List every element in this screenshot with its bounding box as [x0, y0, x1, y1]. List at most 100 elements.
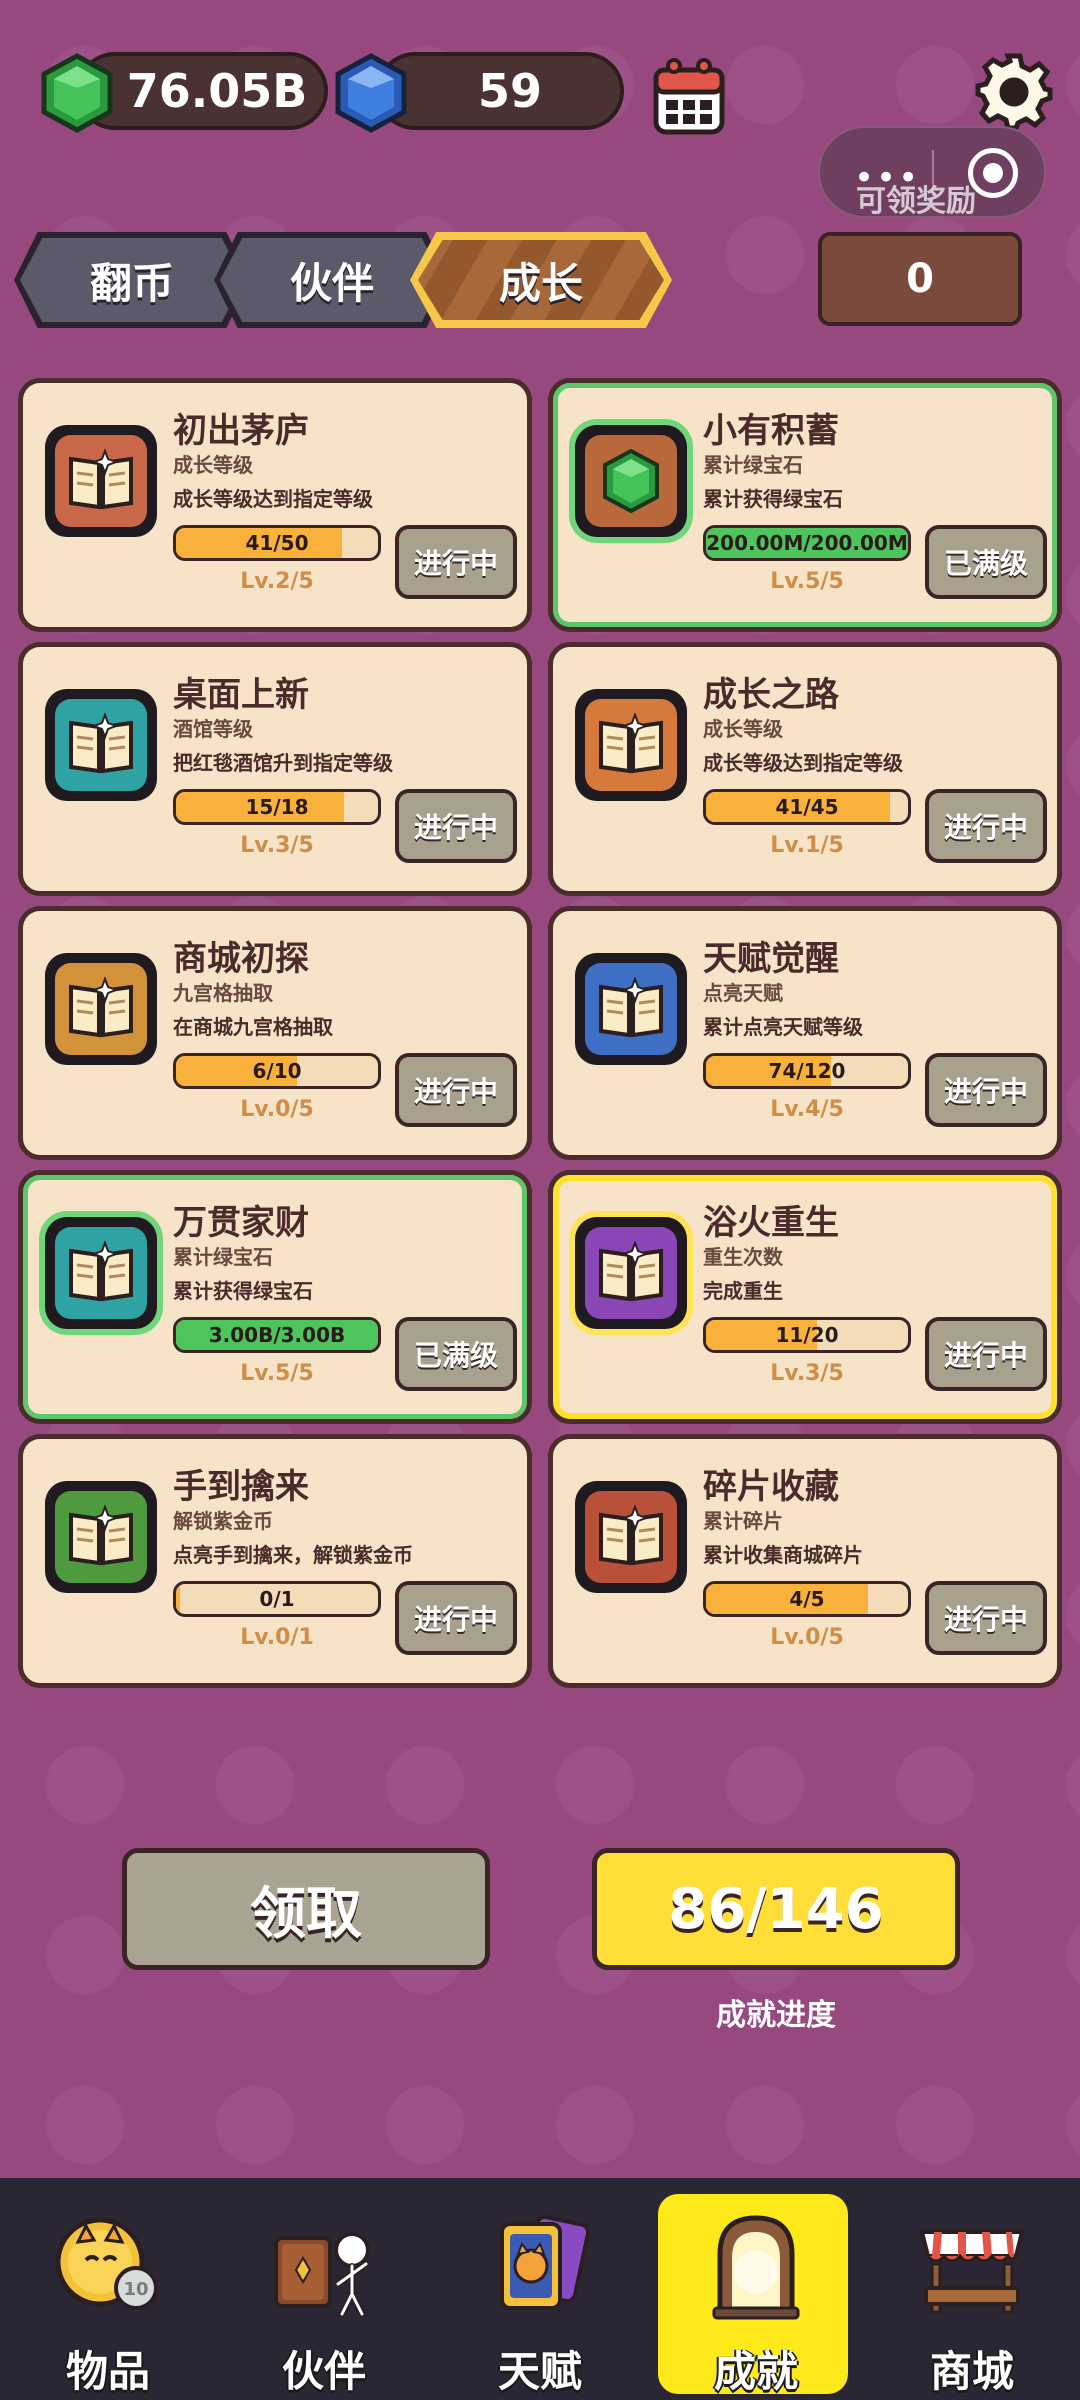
- achievement-card[interactable]: 商城初探 九宫格抽取 在商城九宫格抽取 6/10 Lv.0/5 进行中: [18, 906, 532, 1160]
- achievement-title: 碎片收藏: [703, 1467, 839, 1507]
- sapphire-gem-icon: [335, 53, 407, 133]
- nav-partner-label: 伙伴: [281, 2347, 366, 2396]
- achievement-description: 点亮手到擒来，解锁紫金币: [173, 1543, 413, 1567]
- achievement-description: 把红毯酒馆升到指定等级: [173, 751, 393, 775]
- achievement-title: 天赋觉醒: [703, 939, 839, 979]
- achievement-category: 成长等级: [703, 717, 783, 741]
- nav-shop[interactable]: 商城: [864, 2178, 1080, 2400]
- achievement-card[interactable]: 碎片收藏 累计碎片 累计收集商城碎片 4/5 Lv.0/5 进行中: [548, 1434, 1062, 1688]
- achievement-description: 累计收集商城碎片: [703, 1543, 863, 1567]
- tab-flip-coin-label: 翻币: [89, 258, 174, 308]
- claim-button[interactable]: 领取: [122, 1848, 490, 1970]
- achievement-card[interactable]: 桌面上新 酒馆等级 把红毯酒馆升到指定等级 15/18 Lv.3/5 进行中: [18, 642, 532, 896]
- book-icon: [55, 963, 147, 1055]
- bottom-nav: 10 物品 伙伴 天赋 成就 商城: [0, 2178, 1080, 2400]
- gear-icon[interactable]: [974, 52, 1054, 132]
- achievement-category: 九宫格抽取: [173, 981, 273, 1005]
- achievement-level: Lv.5/5: [240, 1361, 314, 1386]
- achievement-status-button[interactable]: 进行中: [395, 1053, 517, 1127]
- sapphire-value: 59: [477, 64, 542, 118]
- achievement-icon-frame: [45, 425, 157, 537]
- nav-achievement[interactable]: 成就: [648, 2178, 864, 2400]
- achievement-description: 完成重生: [703, 1279, 783, 1303]
- achievement-card[interactable]: 天赋觉醒 点亮天赋 累计点亮天赋等级 74/120 Lv.4/5 进行中: [548, 906, 1062, 1160]
- achievement-title: 桌面上新: [173, 675, 309, 715]
- achievement-progress-bar: 74/120: [703, 1053, 911, 1089]
- achievement-category: 累计绿宝石: [703, 453, 803, 477]
- nav-items[interactable]: 10 物品: [0, 2178, 216, 2400]
- achievement-card[interactable]: 手到擒来 解锁紫金币 点亮手到擒来，解锁紫金币 0/1 Lv.0/1 进行中: [18, 1434, 532, 1688]
- achievement-progress-bar: 200.00M/200.00M: [703, 525, 911, 561]
- achievement-title: 万贯家财: [173, 1203, 309, 1243]
- cat-coin-icon: 10: [48, 2204, 168, 2324]
- book-icon: [585, 1227, 677, 1319]
- achievement-description: 累计获得绿宝石: [703, 487, 843, 511]
- emerald-gem-icon: [585, 435, 677, 527]
- achievement-card[interactable]: 万贯家财 累计绿宝石 累计获得绿宝石 3.00B/3.00B Lv.5/5 已满…: [18, 1170, 532, 1424]
- achievement-category: 重生次数: [703, 1245, 783, 1269]
- achievement-level: Lv.1/5: [770, 833, 844, 858]
- nav-items-label: 物品: [65, 2347, 150, 2396]
- progress-text: 200.00M/200.00M: [706, 531, 908, 555]
- achievement-icon-frame: [575, 689, 687, 801]
- tab-partner-label: 伙伴: [289, 258, 374, 308]
- progress-text: 11/20: [775, 1323, 839, 1347]
- achievement-progress-bar: 0/1: [173, 1581, 381, 1617]
- achievement-icon-frame: [45, 953, 157, 1065]
- book-icon: [55, 1491, 147, 1583]
- calendar-icon[interactable]: [652, 56, 726, 136]
- achievement-status-button[interactable]: 进行中: [395, 789, 517, 863]
- achievement-title: 成长之路: [703, 675, 839, 715]
- achievement-category: 解锁紫金币: [173, 1509, 273, 1533]
- achievement-card[interactable]: 小有积蓄 累计绿宝石 累计获得绿宝石 200.00M/200.00M Lv.5/…: [548, 378, 1062, 632]
- achievement-card[interactable]: 初出茅庐 成长等级 成长等级达到指定等级 41/50 Lv.2/5 进行中: [18, 378, 532, 632]
- talent-card-icon: [480, 2204, 600, 2324]
- achievement-icon-frame: [575, 1481, 687, 1593]
- achievement-category: 累计绿宝石: [173, 1245, 273, 1269]
- achievement-status-button[interactable]: 进行中: [925, 789, 1047, 863]
- achievement-status-button[interactable]: 进行中: [925, 1053, 1047, 1127]
- book-icon: [585, 1491, 677, 1583]
- achievement-card[interactable]: 浴火重生 重生次数 完成重生 11/20 Lv.3/5 进行中: [548, 1170, 1062, 1424]
- achievement-progress-bar: 15/18: [173, 789, 381, 825]
- achievement-title: 商城初探: [173, 939, 309, 979]
- reward-label[interactable]: 可领奖励: [856, 176, 976, 220]
- achievement-status-button[interactable]: 进行中: [925, 1581, 1047, 1655]
- achievement-description: 成长等级达到指定等级: [173, 487, 373, 511]
- tab-growth[interactable]: 成长: [410, 232, 672, 328]
- achievement-title: 手到擒来: [173, 1467, 309, 1507]
- achievement-category: 酒馆等级: [173, 717, 253, 741]
- achievement-level: Lv.3/5: [240, 833, 314, 858]
- achievement-progress-bar: 4/5: [703, 1581, 911, 1617]
- achievement-status-button[interactable]: 已满级: [395, 1317, 517, 1391]
- svg-text:10: 10: [123, 2279, 148, 2300]
- emerald-gem-icon: [41, 53, 113, 133]
- achievement-description: 累计获得绿宝石: [173, 1279, 313, 1303]
- achievement-progress-bar: 6/10: [173, 1053, 381, 1089]
- achievement-status-button[interactable]: 进行中: [925, 1317, 1047, 1391]
- book-icon: [55, 699, 147, 791]
- achievement-icon-frame: [45, 1481, 157, 1593]
- progress-text: 0/1: [259, 1587, 295, 1611]
- achievement-status-button[interactable]: 进行中: [395, 525, 517, 599]
- achievement-gate-icon: [696, 2204, 816, 2324]
- nav-shop-label: 商城: [929, 2347, 1014, 2396]
- achievement-level: Lv.3/5: [770, 1361, 844, 1386]
- achievement-description: 在商城九宫格抽取: [173, 1015, 333, 1039]
- progress-text: 4/5: [789, 1587, 825, 1611]
- book-icon: [585, 699, 677, 791]
- progress-text: 41/45: [775, 795, 839, 819]
- nav-partner[interactable]: 伙伴: [216, 2178, 432, 2400]
- achievement-icon-frame: [575, 425, 687, 537]
- progress-text: 41/50: [245, 531, 309, 555]
- achievement-status-button[interactable]: 已满级: [925, 525, 1047, 599]
- achievement-card[interactable]: 成长之路 成长等级 成长等级达到指定等级 41/45 Lv.1/5 进行中: [548, 642, 1062, 896]
- achievement-status-button[interactable]: 进行中: [395, 1581, 517, 1655]
- progress-text: 74/120: [768, 1059, 846, 1083]
- achievement-progress-bar: 3.00B/3.00B: [173, 1317, 381, 1353]
- book-icon: [585, 963, 677, 1055]
- achievement-progress-bar: 41/50: [173, 525, 381, 561]
- nav-talent[interactable]: 天赋: [432, 2178, 648, 2400]
- tab-counter: 0: [818, 232, 1022, 326]
- progress-text: 15/18: [245, 795, 309, 819]
